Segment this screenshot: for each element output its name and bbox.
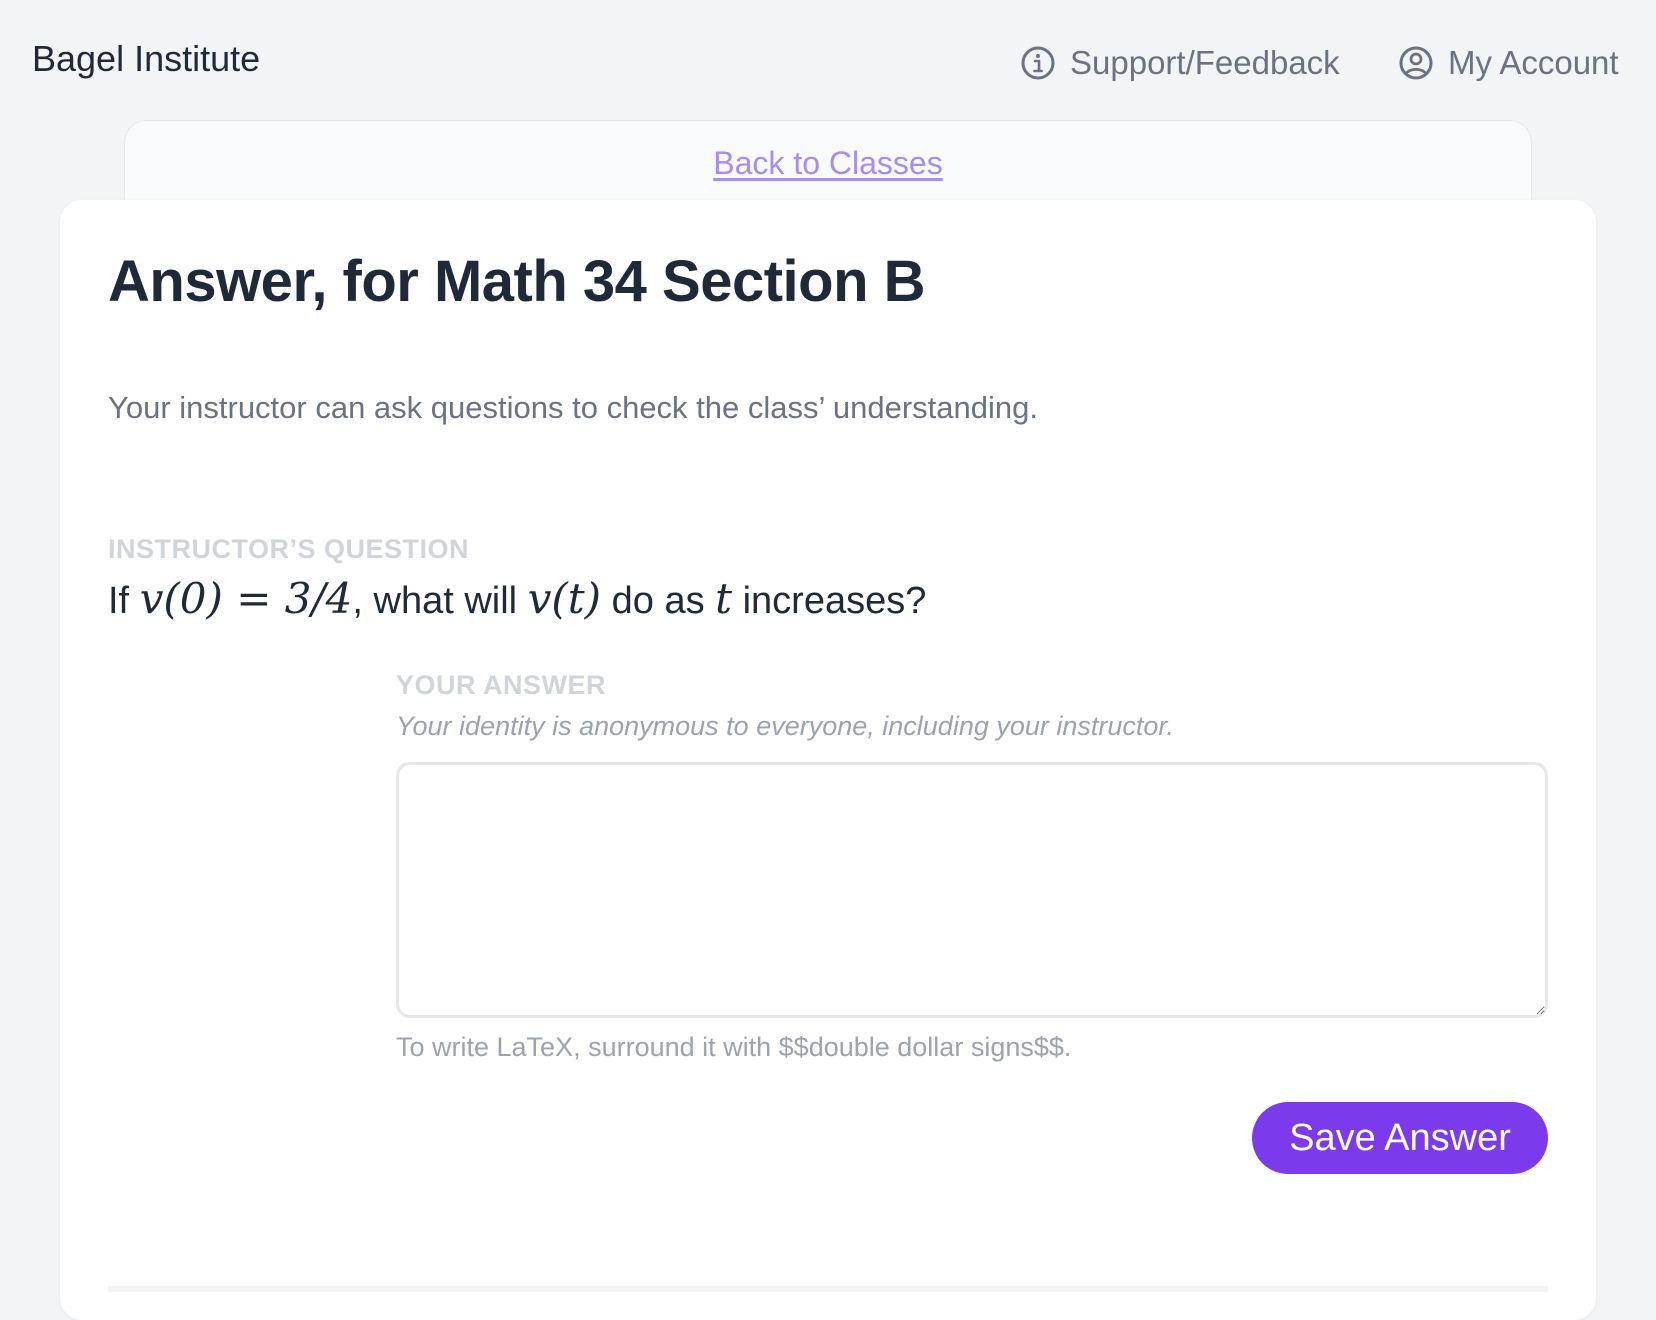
question-mid-1: , what will xyxy=(352,580,528,622)
back-to-classes-link[interactable]: Back to Classes xyxy=(713,145,942,182)
my-account-link[interactable]: My Account xyxy=(1398,44,1619,82)
instructor-question: If v(0) = 3/4, what will v(t) do as t in… xyxy=(108,574,926,623)
user-circle-icon xyxy=(1398,45,1434,81)
support-feedback-link[interactable]: Support/Feedback xyxy=(1020,44,1340,82)
question-suffix: increases? xyxy=(732,580,927,622)
question-label: INSTRUCTOR’S QUESTION xyxy=(108,534,470,564)
my-account-label: My Account xyxy=(1448,44,1619,81)
math-vt: v(t) xyxy=(527,574,602,623)
brand-name[interactable]: Bagel Institute xyxy=(32,38,260,80)
math-v0-equals: v(0) = 3/4 xyxy=(139,574,353,623)
divider xyxy=(108,1286,1548,1292)
answer-textarea[interactable] xyxy=(396,762,1548,1018)
question-prefix: If xyxy=(108,580,140,622)
top-bar: Bagel Institute Support/Feedback My Acco… xyxy=(0,0,1656,120)
question-mid-2: do as xyxy=(601,580,716,622)
support-feedback-label: Support/Feedback xyxy=(1070,44,1340,81)
info-circle-icon xyxy=(1020,45,1056,81)
answer-label: YOUR ANSWER xyxy=(396,670,607,700)
save-answer-button[interactable]: Save Answer xyxy=(1252,1102,1548,1174)
page-title: Answer, for Math 34 Section B xyxy=(108,249,926,314)
answer-block: YOUR ANSWER Your identity is anonymous t… xyxy=(396,670,1548,1063)
latex-hint: To write LaTeX, surround it with $$doubl… xyxy=(396,1032,1072,1062)
page-subtitle: Your instructor can ask questions to che… xyxy=(108,390,1038,425)
anonymity-hint: Your identity is anonymous to everyone, … xyxy=(396,711,1174,741)
back-tab: Back to Classes xyxy=(124,120,1532,210)
math-t: t xyxy=(715,574,733,623)
answer-card: Answer, for Math 34 Section B Your instr… xyxy=(60,200,1596,1320)
